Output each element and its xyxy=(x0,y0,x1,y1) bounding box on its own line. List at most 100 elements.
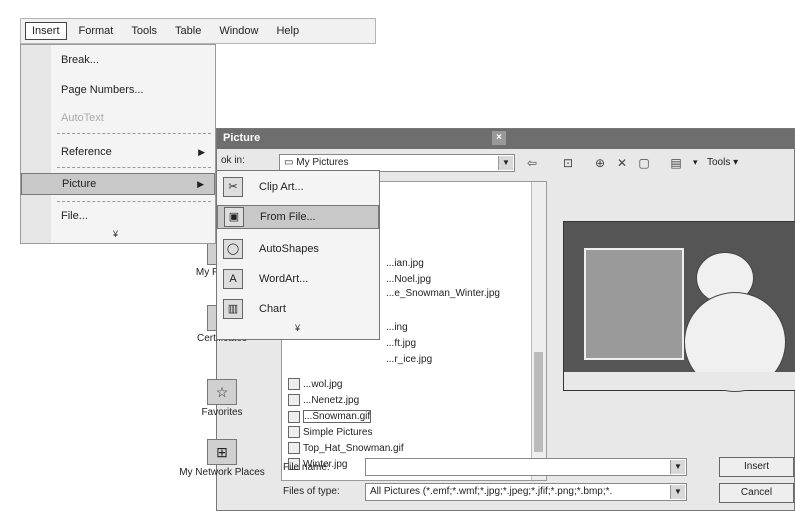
submenu-item-label: Clip Art... xyxy=(259,181,304,193)
file-name: ...r_ice.jpg xyxy=(386,354,433,365)
submenu-item-from-file[interactable]: ▣ From File... xyxy=(217,205,379,229)
list-item[interactable]: Top_Hat_Snowman.gif xyxy=(288,442,404,454)
menu-tools[interactable]: Tools xyxy=(125,23,163,39)
folder-icon: ▭ xyxy=(284,157,297,168)
file-name: ...Snowman.gif xyxy=(303,410,372,423)
menu-bar: Insert Format Tools Table Window Help xyxy=(20,18,376,44)
menu-item-label: Break... xyxy=(61,54,99,66)
views-icon[interactable]: ▤ xyxy=(667,154,685,172)
picture-submenu: ✂ Clip Art... ▣ From File... ◯ AutoShapes A… xyxy=(216,170,380,340)
tools-menu[interactable]: Tools ▾ xyxy=(707,157,738,168)
autoshapes-icon: ◯ xyxy=(223,239,243,259)
submenu-arrow-icon: ▶ xyxy=(198,146,205,157)
menu-item-label: Reference xyxy=(61,146,112,158)
submenu-item-clip-art[interactable]: ✂ Clip Art... xyxy=(217,175,379,199)
list-item[interactable]: ...Snowman.gif xyxy=(288,410,372,423)
files-of-type-label: Files of type: xyxy=(283,486,340,497)
submenu-item-label: From File... xyxy=(260,211,316,223)
file-name: ...e_Snowman_Winter.jpg xyxy=(386,288,500,299)
menu-item-break[interactable]: Break... xyxy=(21,49,215,71)
look-in-dropdown-icon[interactable]: ▼ xyxy=(498,156,513,170)
menu-item-label: Picture xyxy=(62,178,97,190)
files-of-type-dropdown-icon[interactable]: ▼ xyxy=(670,485,685,499)
search-web-icon[interactable]: ⊕ xyxy=(591,154,609,172)
menu-item-label: AutoText xyxy=(61,112,104,124)
new-folder-icon[interactable]: ▢ xyxy=(635,154,653,172)
delete-icon[interactable]: ✕ xyxy=(613,154,631,172)
favorites-icon: ☆ xyxy=(207,379,237,405)
image-file-icon xyxy=(288,410,300,423)
menu-separator xyxy=(57,133,211,134)
menu-format[interactable]: Format xyxy=(73,23,120,39)
dialog-title: Picture xyxy=(223,132,261,144)
chevron-double-down-icon[interactable]: ¥ xyxy=(295,323,300,333)
file-list-scrollbar[interactable] xyxy=(531,182,546,480)
insert-menu: Break... Page Numbers... AutoText Refere… xyxy=(20,44,216,244)
menu-insert[interactable]: Insert xyxy=(25,22,67,40)
preview-window-shape xyxy=(584,248,684,360)
file-name: ...ian.jpg xyxy=(386,258,424,269)
list-item[interactable]: ...ing xyxy=(386,322,408,333)
place-favorites[interactable]: ☆ Favorites xyxy=(177,379,267,418)
submenu-item-wordart[interactable]: A WordArt... xyxy=(217,267,379,291)
menu-item-label: File... xyxy=(61,210,88,222)
dialog-titlebar: Picture × xyxy=(217,129,794,149)
file-name: ...ft.jpg xyxy=(386,338,417,349)
up-folder-icon[interactable]: ⊡ xyxy=(559,154,577,172)
menu-separator xyxy=(57,201,211,202)
folder-icon xyxy=(288,426,300,438)
network-icon: ⊞ xyxy=(207,439,237,465)
menu-table[interactable]: Table xyxy=(169,23,207,39)
chevron-double-down-icon[interactable]: ¥ xyxy=(113,229,118,239)
chart-icon: ▥ xyxy=(223,299,243,319)
list-item[interactable]: ...ft.jpg xyxy=(386,338,416,349)
insert-button[interactable]: Insert xyxy=(719,457,794,477)
submenu-item-autoshapes[interactable]: ◯ AutoShapes xyxy=(217,237,379,261)
menu-separator xyxy=(57,167,211,168)
image-file-icon xyxy=(288,442,300,454)
clip-art-icon: ✂ xyxy=(223,177,243,197)
file-name: Top_Hat_Snowman.gif xyxy=(303,442,404,454)
menu-help[interactable]: Help xyxy=(270,23,305,39)
file-name: Simple Pictures xyxy=(303,426,373,438)
submenu-item-label: Chart xyxy=(259,303,286,315)
file-name: ...ing xyxy=(386,322,408,333)
menu-item-file[interactable]: File... xyxy=(21,205,215,227)
submenu-item-label: AutoShapes xyxy=(259,243,319,255)
files-of-type-select[interactable]: All Pictures (*.emf;*.wmf;*.jpg;*.jpeg;*… xyxy=(365,483,687,501)
list-item[interactable]: Simple Pictures xyxy=(288,426,372,438)
list-item[interactable]: ...e_Snowman_Winter.jpg xyxy=(386,288,500,299)
menu-item-picture[interactable]: Picture ▶ xyxy=(21,173,215,195)
wordart-icon: A xyxy=(223,269,243,289)
cancel-button[interactable]: Cancel xyxy=(719,483,794,503)
files-of-type-value: All Pictures (*.emf;*.wmf;*.jpg;*.jpeg;*… xyxy=(370,486,613,497)
list-item[interactable]: ...r_ice.jpg xyxy=(386,354,432,365)
list-item[interactable]: ...Noel.jpg xyxy=(386,274,431,285)
file-name: ...Noel.jpg xyxy=(386,274,432,285)
file-name-dropdown-icon[interactable]: ▼ xyxy=(670,460,685,474)
list-item[interactable]: ...ian.jpg xyxy=(386,258,424,269)
place-label: My Network Places xyxy=(179,467,265,478)
views-dropdown-icon[interactable]: ▾ xyxy=(693,157,698,168)
place-my-network-places[interactable]: ⊞ My Network Places xyxy=(177,439,267,478)
menu-item-autotext: AutoText xyxy=(21,107,215,129)
file-name-input[interactable]: ▼ xyxy=(365,458,687,476)
submenu-arrow-icon: ▶ xyxy=(197,178,204,189)
submenu-item-chart[interactable]: ▥ Chart xyxy=(217,297,379,321)
from-file-icon: ▣ xyxy=(224,207,244,227)
place-label: Favorites xyxy=(201,407,243,418)
back-icon[interactable]: ⇦ xyxy=(523,154,541,172)
file-name: ...Nenetz.jpg xyxy=(303,394,360,406)
list-item[interactable]: ...wol.jpg xyxy=(288,378,342,390)
image-preview xyxy=(563,221,795,392)
menu-item-page-numbers[interactable]: Page Numbers... xyxy=(21,79,215,101)
list-item[interactable]: ...Nenetz.jpg xyxy=(288,394,359,406)
menu-window[interactable]: Window xyxy=(213,23,264,39)
menu-item-reference[interactable]: Reference ▶ xyxy=(21,141,215,163)
submenu-item-label: WordArt... xyxy=(259,273,309,285)
dialog-close-icon[interactable]: × xyxy=(492,131,506,145)
menu-item-label: Page Numbers... xyxy=(61,84,144,96)
file-name-label: File name: xyxy=(283,462,330,473)
scrollbar-thumb[interactable] xyxy=(534,352,543,452)
tools-menu-label: Tools xyxy=(707,157,731,168)
